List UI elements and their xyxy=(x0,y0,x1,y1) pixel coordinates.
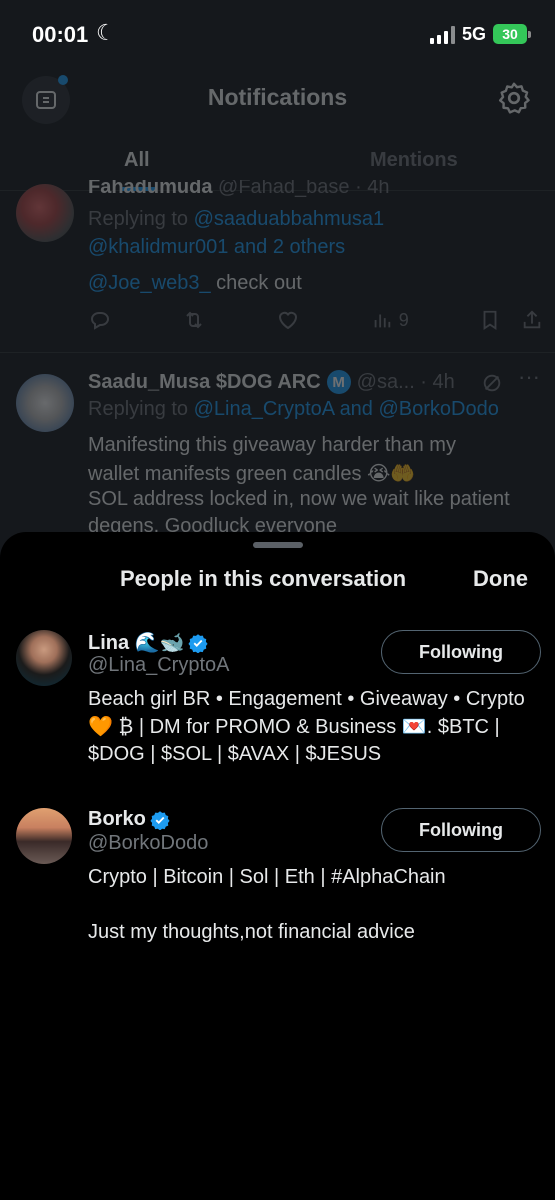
verified-badge-icon xyxy=(188,633,209,653)
replying-line: Replying to @saaduabbahmusa1 xyxy=(88,208,384,231)
tweet-text-line: SOL address locked in, now we wait like … xyxy=(88,488,510,510)
replying-line: Replying to @Lina_CryptoA and @BorkoDodo xyxy=(88,398,499,421)
conversation-people-sheet: People in this conversation Done Lina 🌊🐋… xyxy=(0,532,555,1200)
like-button[interactable] xyxy=(276,308,300,332)
moon-icon: ☾ xyxy=(96,20,116,45)
author-name: Fahadumuda xyxy=(88,180,213,198)
battery-icon: 30 xyxy=(493,24,531,44)
mention-link[interactable]: @Joe_web3_ xyxy=(88,272,211,294)
author-handle-time: @sa... · 4h xyxy=(356,370,455,393)
done-button[interactable]: Done xyxy=(473,566,528,592)
views-button[interactable]: 9 xyxy=(371,309,409,331)
views-count: 9 xyxy=(398,309,409,330)
replying-to-link[interactable]: @khalidmur001 and 2 others xyxy=(88,236,345,259)
avatar[interactable] xyxy=(16,630,72,686)
bookmark-icon[interactable] xyxy=(479,309,501,331)
tweet[interactable]: Saadu_Musa $DOG ARC M @sa... · 4h ··· Re… xyxy=(0,360,555,532)
replying-to-link[interactable]: @saaduabbahmusa1 xyxy=(194,208,384,230)
tweet-text: @Joe_web3_ check out xyxy=(88,272,302,295)
tweet-actions: 9 xyxy=(88,308,543,332)
following-button[interactable]: Following xyxy=(381,630,541,674)
status-bar: 00:01 ☾ 5G 30 xyxy=(0,0,555,70)
person-name[interactable]: Borko xyxy=(88,808,170,831)
tweet-body: check out xyxy=(210,272,302,294)
views-icon xyxy=(374,314,390,328)
retweet-button[interactable] xyxy=(182,308,206,332)
share-icon[interactable] xyxy=(521,309,543,331)
battery-level: 30 xyxy=(502,26,518,42)
avatar[interactable] xyxy=(16,808,72,864)
network-label: 5G xyxy=(462,24,487,44)
status-time: 00:01 xyxy=(32,22,89,47)
tweet-text-line: wallet manifests green candles 😭🤲 xyxy=(88,463,416,485)
following-button[interactable]: Following xyxy=(381,808,541,852)
person-handle: @BorkoDodo xyxy=(88,832,209,854)
like-icon xyxy=(279,311,298,330)
replying-label: Replying to xyxy=(88,208,189,230)
divider xyxy=(0,352,555,353)
tab-all[interactable]: All xyxy=(124,149,150,172)
verified-badge-icon xyxy=(150,810,170,830)
person-row[interactable]: Borko @BorkoDodo Following Crypto | Bitc… xyxy=(0,806,555,956)
author-handle: @Fahad_base · 4h xyxy=(218,180,390,198)
reply-icon xyxy=(90,312,109,330)
person-bio: Beach girl BR • Engagement • Giveaway • … xyxy=(88,688,525,765)
page-title: Notifications xyxy=(207,84,348,110)
tweet-text-line: degens. Goodluck everyone xyxy=(88,515,338,532)
sheet-drag-handle[interactable] xyxy=(253,542,303,548)
person-name-text: Lina 🌊🐋 xyxy=(88,632,185,654)
affiliate-badge: M xyxy=(326,370,351,394)
avatar[interactable] xyxy=(16,374,74,432)
tweet[interactable]: Fahadumuda @Fahad_base · 4h Replying to … xyxy=(0,180,555,352)
avatar[interactable] xyxy=(16,184,74,242)
secondary-actions xyxy=(479,309,543,331)
tweet-author: Fahadumuda @Fahad_base · 4h xyxy=(88,180,390,199)
signal-icon xyxy=(430,26,455,44)
more-icon[interactable]: ··· xyxy=(518,364,540,390)
tweet-text-line: Manifesting this giveaway harder than my xyxy=(88,434,456,456)
replying-to-link[interactable]: @Lina_CryptoA and @BorkoDodo xyxy=(194,398,499,420)
grok-icon[interactable] xyxy=(481,372,503,394)
person-name[interactable]: Lina 🌊🐋 xyxy=(88,630,209,655)
replying-label: Replying to xyxy=(88,398,189,420)
author-name: Saadu_Musa $DOG ARC xyxy=(88,370,321,393)
person-name-text: Borko xyxy=(88,808,146,830)
tweet-author: Saadu_Musa $DOG ARC M @sa... · 4h xyxy=(88,370,455,394)
gear-icon[interactable] xyxy=(496,80,532,116)
sheet-title: People in this conversation xyxy=(120,566,407,591)
person-row[interactable]: Lina 🌊🐋 @Lina_CryptoA Following Beach gi… xyxy=(0,628,555,778)
person-bio: Crypto | Bitcoin | Sol | Eth | #AlphaCha… xyxy=(88,866,446,943)
reply-button[interactable] xyxy=(88,308,112,332)
person-handle: @Lina_CryptoA xyxy=(88,654,230,676)
tab-mentions[interactable]: Mentions xyxy=(370,149,458,172)
retweet-icon xyxy=(186,311,202,329)
